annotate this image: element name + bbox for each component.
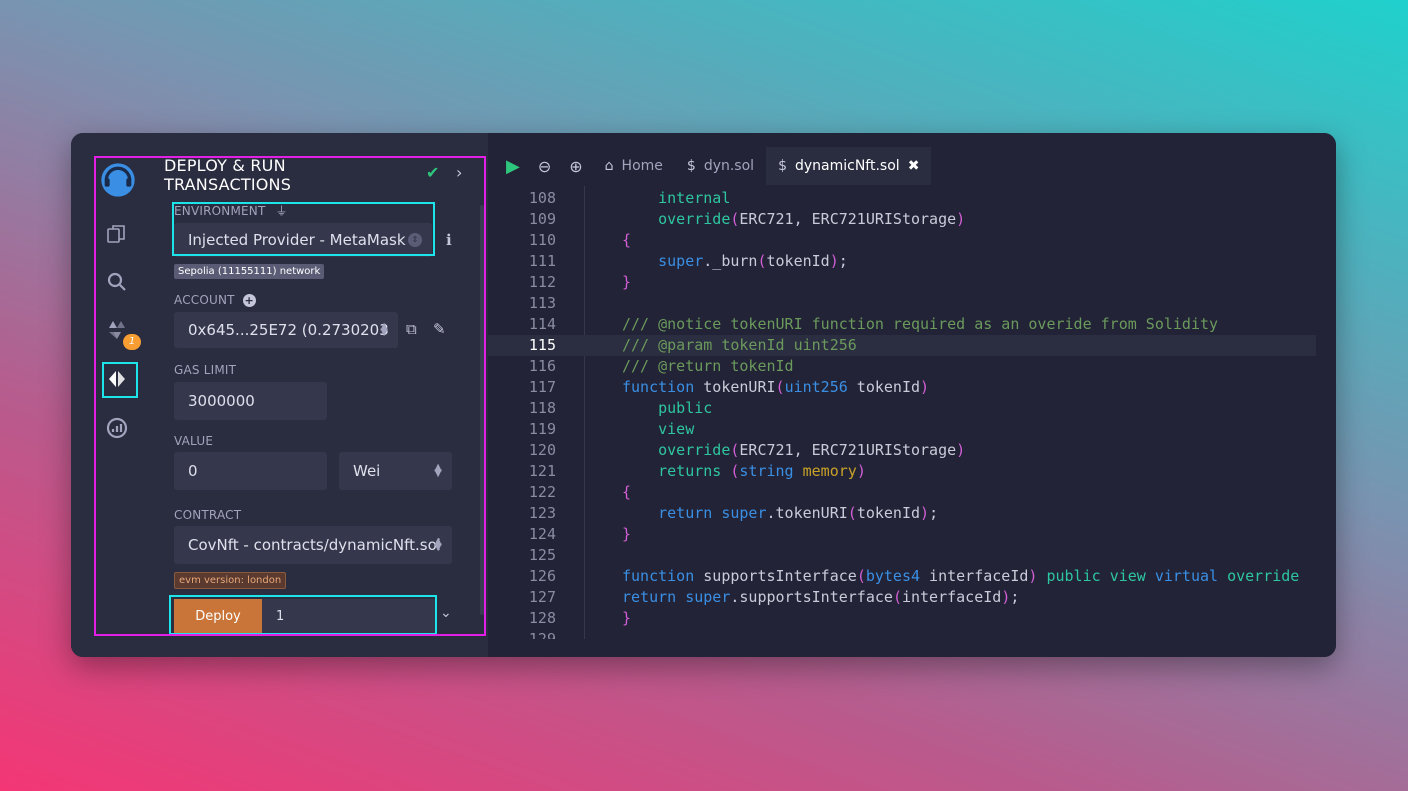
- line-number: 121: [528, 462, 556, 480]
- tab-dyn-sol[interactable]: $ dyn.sol: [675, 147, 766, 185]
- code-text: /// @return tokenId: [622, 357, 794, 375]
- line-number: 119: [528, 420, 556, 438]
- code-line[interactable]: 128}: [488, 608, 1316, 629]
- close-icon[interactable]: ✖: [908, 158, 920, 174]
- line-number: 128: [528, 609, 556, 627]
- line-number: 126: [528, 567, 556, 585]
- code-text: return super.supportsInterface(interface…: [622, 588, 1020, 606]
- code-line[interactable]: 112}: [488, 272, 1316, 293]
- code-line[interactable]: 127 return super.supportsInterface(interf…: [488, 587, 1316, 608]
- zoom-out-icon[interactable]: ⊖: [538, 157, 551, 176]
- code-line[interactable]: 115 /// @param tokenId uint256: [488, 335, 1316, 356]
- code-text: function tokenURI(uint256 tokenId): [622, 378, 930, 396]
- code-text: function supportsInterface(bytes4 interf…: [622, 567, 1300, 585]
- code-area[interactable]: 108 internal 109 override(ERC721, ERC721U…: [488, 186, 1316, 639]
- home-icon: ⌂: [604, 158, 614, 174]
- line-number: 117: [528, 378, 556, 396]
- line-number: 118: [528, 399, 556, 417]
- code-line[interactable]: 118 public: [488, 398, 1316, 419]
- panel-highlight: [94, 156, 486, 636]
- code-line[interactable]: 122 {: [488, 482, 1316, 503]
- code-text: {: [622, 483, 632, 501]
- zoom-in-icon[interactable]: ⊕: [569, 157, 582, 176]
- code-line[interactable]: 116 /// @return tokenId: [488, 356, 1316, 377]
- code-text: /// @param tokenId uint256: [622, 336, 857, 354]
- line-number: 115: [528, 336, 556, 354]
- code-text: }: [622, 273, 632, 291]
- code-line[interactable]: 126 function supportsInterface(bytes4 int…: [488, 566, 1316, 587]
- run-icon[interactable]: ▶: [506, 156, 520, 177]
- code-text: return super.tokenURI(tokenId);: [658, 504, 939, 522]
- line-number: 120: [528, 441, 556, 459]
- solidity-icon: $: [686, 158, 696, 174]
- code-line[interactable]: 121 returns (string memory): [488, 461, 1316, 482]
- code-text: view: [658, 420, 695, 438]
- code-text: override(ERC721, ERC721URIStorage): [658, 210, 966, 228]
- code-editor: ▶ ⊖ ⊕ ⌂ Home $ dyn.sol $ dynamicNft.sol …: [488, 133, 1336, 657]
- line-number: 129: [528, 630, 556, 639]
- code-text: /// @notice tokenURI function required a…: [622, 315, 1219, 333]
- code-line[interactable]: 117 function tokenURI(uint256 tokenId): [488, 377, 1316, 398]
- line-number: 114: [528, 315, 556, 333]
- code-text: super._burn(tokenId);: [658, 252, 848, 270]
- code-line[interactable]: 120 override(ERC721, ERC721URIStorage): [488, 440, 1316, 461]
- line-number: 124: [528, 525, 556, 543]
- line-number: 112: [528, 273, 556, 291]
- editor-toolbar: ▶ ⊖ ⊕ ⌂ Home $ dyn.sol $ dynamicNft.sol …: [488, 147, 1316, 185]
- remix-window: 1 DEPLOY & RUN TRANSACTIONS ✔ › ENVIRONM…: [71, 133, 1336, 657]
- code-line[interactable]: 111 super._burn(tokenId);: [488, 251, 1316, 272]
- code-text: override(ERC721, ERC721URIStorage): [658, 441, 966, 459]
- line-number: 127: [528, 588, 556, 606]
- line-number: 122: [528, 483, 556, 501]
- tab-dynamicnft-sol[interactable]: $ dynamicNft.sol ✖: [766, 147, 932, 185]
- line-number: 109: [528, 210, 556, 228]
- line-number: 111: [528, 252, 556, 270]
- code-text: }: [622, 609, 632, 627]
- code-line[interactable]: 114 /// @notice tokenURI function require…: [488, 314, 1316, 335]
- line-number: 116: [528, 357, 556, 375]
- code-line[interactable]: 123 return super.tokenURI(tokenId);: [488, 503, 1316, 524]
- line-number: 113: [528, 294, 556, 312]
- solidity-icon: $: [778, 158, 787, 174]
- line-number: 108: [528, 189, 556, 207]
- code-line[interactable]: 113: [488, 293, 1316, 314]
- line-number: 125: [528, 546, 556, 564]
- code-line[interactable]: 119 view: [488, 419, 1316, 440]
- code-line[interactable]: 108 internal: [488, 188, 1316, 209]
- code-line[interactable]: 109 override(ERC721, ERC721URIStorage): [488, 209, 1316, 230]
- code-line[interactable]: 129: [488, 629, 1316, 639]
- code-line[interactable]: 125: [488, 545, 1316, 566]
- code-text: public: [658, 399, 713, 417]
- tab-home[interactable]: ⌂ Home: [593, 147, 675, 185]
- line-number: 110: [528, 231, 556, 249]
- line-number: 123: [528, 504, 556, 522]
- code-text: {: [622, 231, 632, 249]
- code-text: internal: [658, 189, 731, 207]
- code-line[interactable]: 124}: [488, 524, 1316, 545]
- code-line[interactable]: 110 {: [488, 230, 1316, 251]
- code-text: returns (string memory): [658, 462, 866, 480]
- code-text: }: [622, 525, 632, 543]
